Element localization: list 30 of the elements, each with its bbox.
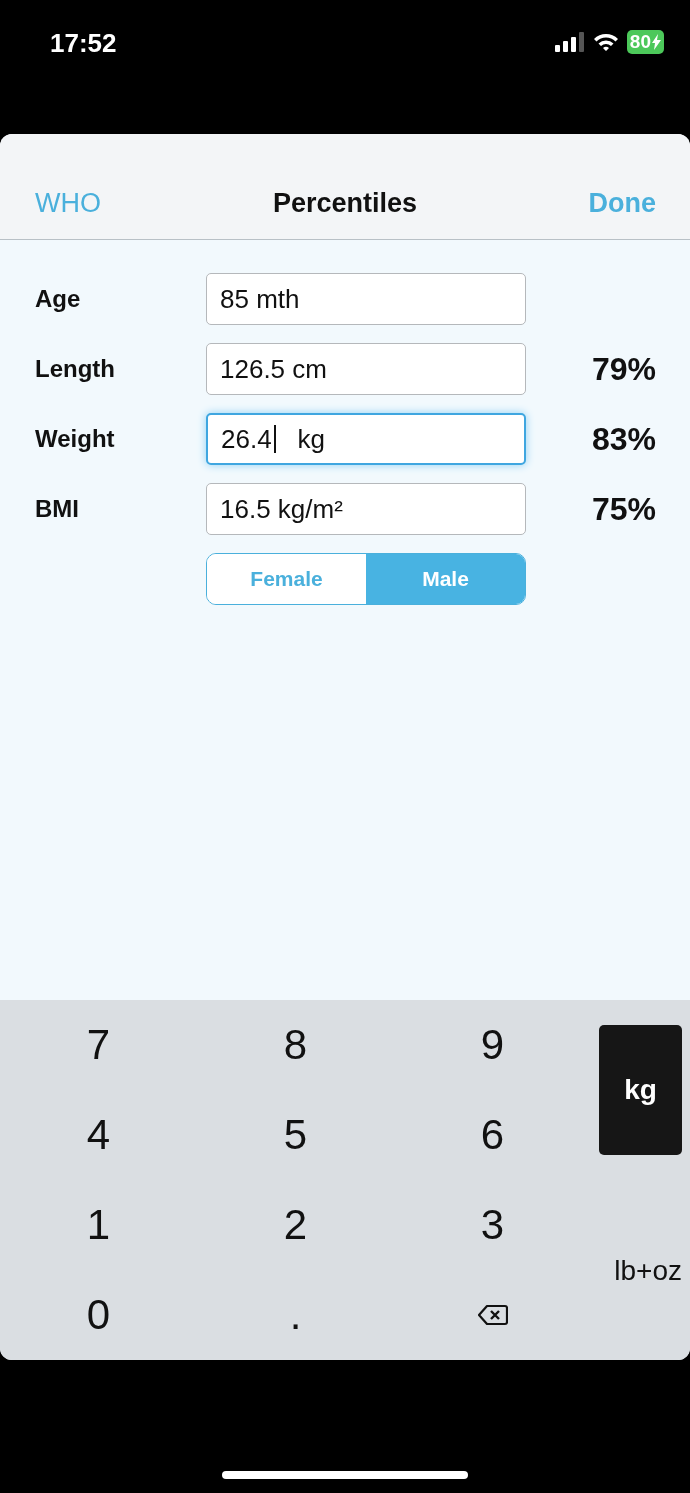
keypad-key[interactable]: 3: [452, 1195, 533, 1255]
input-field[interactable]: 85 mth: [206, 273, 526, 325]
keypad-key[interactable]: 2: [255, 1195, 336, 1255]
percentile-value: 83%: [591, 420, 656, 458]
input-field[interactable]: 16.5 kg/m²: [206, 483, 526, 535]
status-time: 17:52: [50, 28, 117, 59]
signal-icon: [554, 32, 585, 52]
keypad-key[interactable]: 1: [58, 1195, 139, 1255]
battery-indicator: 80: [626, 30, 664, 54]
percentile-value: 75%: [591, 490, 656, 528]
keypad-key[interactable]: 4: [58, 1105, 139, 1165]
keypad-key[interactable]: 8: [255, 1015, 336, 1075]
input-field[interactable]: 26.4 kg: [206, 413, 526, 465]
unit-key[interactable]: lb+oz: [614, 1253, 682, 1289]
percentile-value: 79%: [591, 350, 656, 388]
input-field[interactable]: 126.5 cm: [206, 343, 526, 395]
field-label: Age: [35, 285, 82, 313]
screen-title: Percentiles: [272, 188, 418, 218]
keypad-key[interactable]: 5: [255, 1105, 336, 1165]
keypad-key[interactable]: 0: [58, 1285, 139, 1345]
keypad-key[interactable]: 6: [452, 1105, 533, 1165]
keypad-key[interactable]: 7: [58, 1015, 139, 1075]
field-label: Weight: [35, 425, 116, 453]
unit-key[interactable]: kg: [599, 1025, 682, 1155]
wifi-icon: [592, 32, 619, 52]
field-label: Length: [35, 355, 116, 383]
backspace-icon: [477, 1304, 508, 1326]
keypad-key[interactable]: .: [255, 1285, 336, 1345]
keypad-key[interactable]: 9: [452, 1015, 533, 1075]
field-label: BMI: [35, 495, 80, 523]
